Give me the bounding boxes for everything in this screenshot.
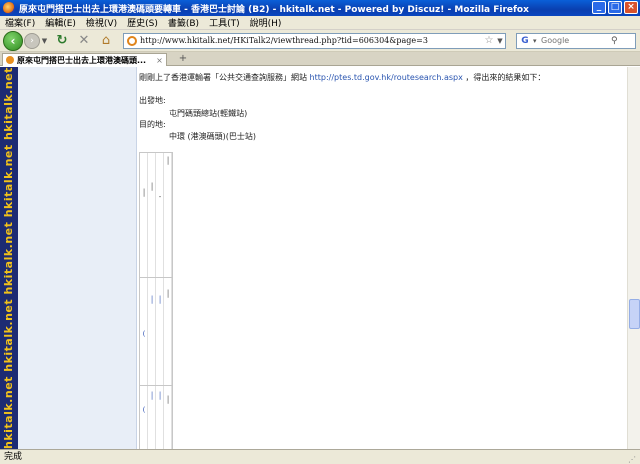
menu-file[interactable]: 檔案(F) [0,16,40,29]
table-row: ( │ │ │ [140,277,172,385]
menu-bar: 檔案(F) 編輯(E) 檢視(V) 歷史(S) 書籤(B) 工具(T) 說明(H… [0,16,640,30]
route-search-link[interactable]: http://ptes.td.gov.hk/routesearch.aspx [310,73,463,82]
url-dropdown-icon[interactable]: ▼ [495,37,505,45]
status-bar: 完成 ⋰ [0,449,640,464]
reload-icon[interactable]: ↻ [53,32,71,50]
firefox-icon [3,2,15,14]
tab-bar: 原來屯門搭巴士出去上環港澳碼頭... × + [0,52,640,66]
bookmark-star-icon[interactable]: ☆ [483,35,495,46]
page-content: 剛剛上了香港運輸署「公共交通查詢服務」網站 http://ptes.td.gov… [18,67,627,449]
window-title-bar: 原來屯門搭巴士出去上環港澳碼頭要轉車 - 香港巴士討論 (B2) - hkita… [0,0,640,16]
maximize-button[interactable]: □ [608,1,622,14]
menu-edit[interactable]: 編輯(E) [40,16,81,29]
menu-help[interactable]: 說明(H) [245,16,287,29]
menu-tools[interactable]: 工具(T) [204,16,245,29]
origin-value: 屯門碼頭總站(輕鐵站) [169,109,248,118]
history-dropdown-icon[interactable]: ▼ [40,33,49,49]
address-url[interactable]: http://www.hkitalk.net/HKiTalk2/viewthre… [140,36,483,45]
new-tab-button[interactable]: + [176,53,190,65]
address-bar[interactable]: http://www.hkitalk.net/HKiTalk2/viewthre… [123,32,506,49]
post-intro-tail: ，得出來的結果如下： [465,73,546,82]
tab-title: 原來屯門搭巴士出去上環港澳碼頭... [16,55,147,65]
site-brand-text: hkitalk.net hkitalk.net hkitalk.net hkit… [2,67,15,449]
stop-icon[interactable]: ✕ [75,32,93,50]
site-brand-sidebar: hkitalk.net hkitalk.net hkitalk.net hkit… [0,67,18,449]
vertical-scrollbar[interactable] [627,67,640,449]
post-author-column [18,67,137,449]
destination-label: 目的地: [139,120,166,129]
google-engine-icon[interactable]: G [519,35,531,47]
menu-bookmarks[interactable]: 書籤(B) [163,16,204,29]
post-intro-text: 剛剛上了香港運輸署「公共交通查詢服務」網站 [139,73,307,82]
table-row: ( │ │ │ [140,385,172,449]
home-icon[interactable]: ⌂ [97,32,115,50]
menu-view[interactable]: 檢視(V) [81,16,122,29]
search-engine-dropdown-icon[interactable]: ▾ [533,37,541,45]
search-magnifier-icon[interactable]: ⚲ [611,36,623,46]
menu-history[interactable]: 歷史(S) [122,16,163,29]
site-favicon-icon [127,35,137,46]
scrollbar-thumb[interactable] [629,299,640,329]
table-row: │ │ - │ [140,152,172,277]
tab-active[interactable]: 原來屯門搭巴士出去上環港澳碼頭... × [2,53,167,66]
resize-grip-icon[interactable]: ⋰ [628,453,638,464]
destination-value: 中環 (港澳碼頭)(巴士站) [169,132,257,141]
route-result-table: │ │ - │ ( │ │ │ ( │ │ │ [139,152,173,449]
close-button[interactable]: × [624,1,638,14]
post-intro-line: 剛剛上了香港運輸署「公共交通查詢服務」網站 http://ptes.td.gov… [139,72,545,83]
tab-close-icon[interactable]: × [156,56,166,65]
minimize-button[interactable]: _ [592,1,606,14]
window-controls: _ □ × [592,1,638,14]
status-text: 完成 [4,452,23,462]
search-input[interactable] [541,36,611,45]
window-title: 原來屯門搭巴士出去上環港澳碼頭要轉車 - 香港巴士討論 (B2) - hkita… [19,4,529,15]
tab-favicon-icon [6,56,14,64]
forward-button[interactable]: › [24,32,40,49]
origin-label: 出發地: [139,96,166,105]
back-button[interactable]: ‹ [3,30,23,51]
navigation-toolbar: ‹ › ▼ ↻ ✕ ⌂ http://www.hkitalk.net/HKiTa… [0,30,640,52]
search-bar[interactable]: G ▾ ⚲ [516,32,636,49]
